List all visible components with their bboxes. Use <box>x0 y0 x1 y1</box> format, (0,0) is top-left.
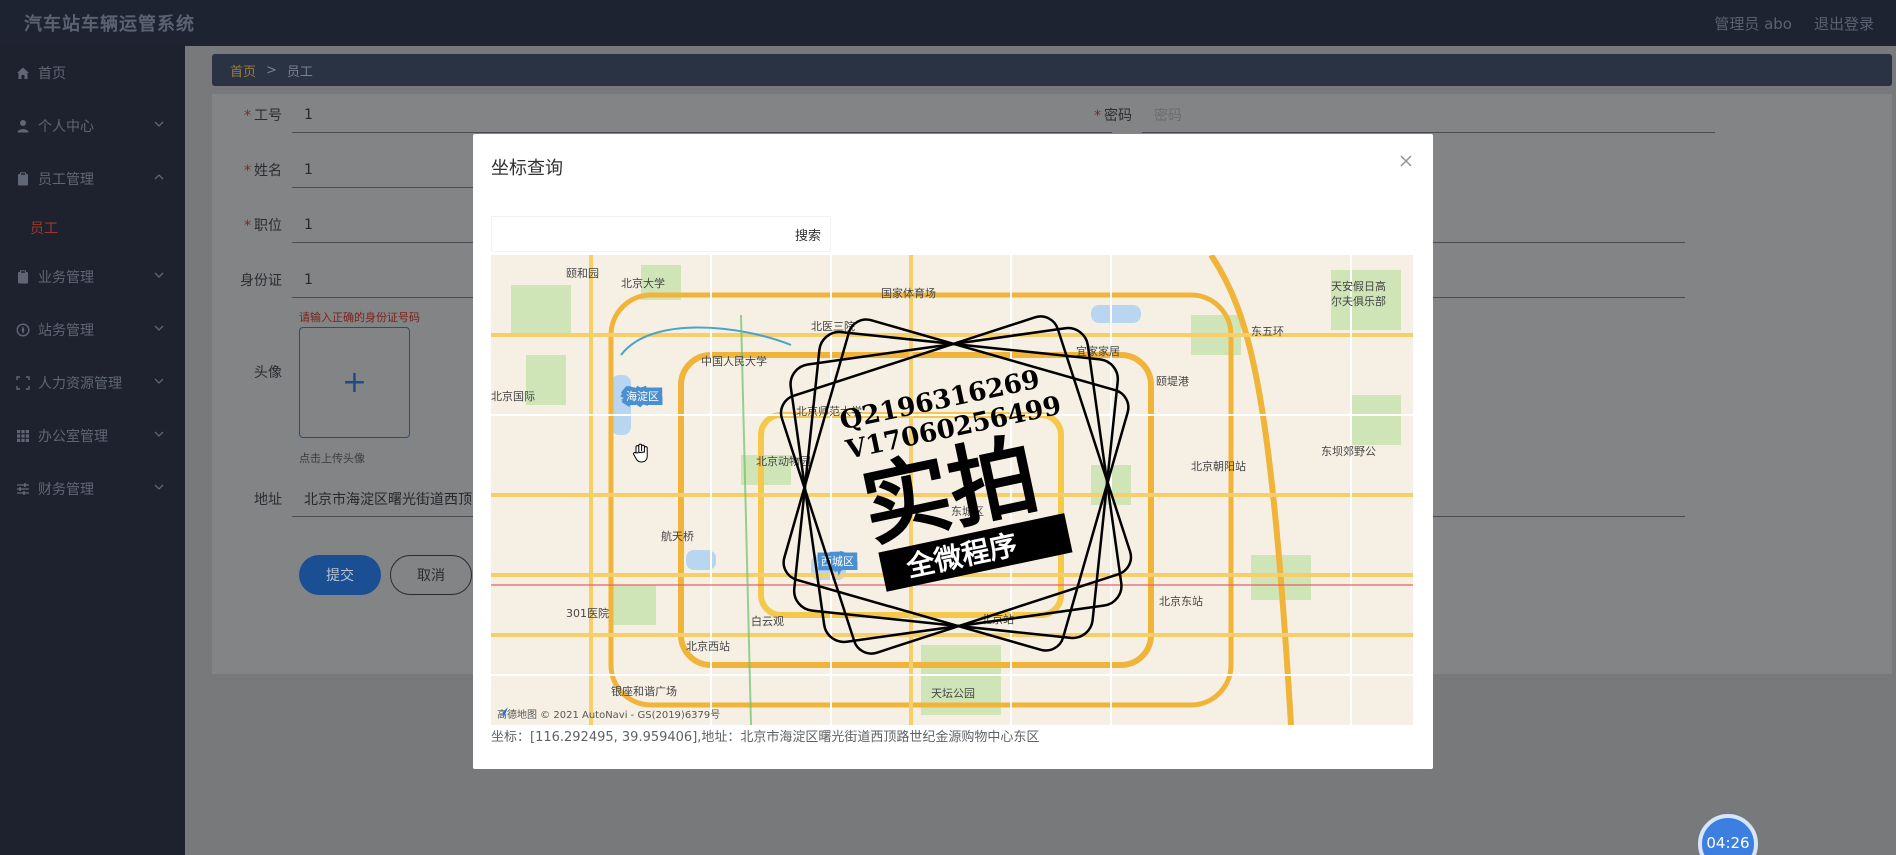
svg-text:北京国际: 北京国际 <box>491 389 535 403</box>
svg-text:北京朝阳站: 北京朝阳站 <box>1191 459 1246 473</box>
home-icon <box>16 66 30 80</box>
sidebar-item-station-management[interactable]: 站务管理 <box>0 303 185 356</box>
sidebar-item-profile[interactable]: 个人中心 <box>0 99 185 152</box>
svg-text:颐和园: 颐和园 <box>566 267 599 280</box>
sidebar: 首页 个人中心 员工管理 员工 业务管理 站务管理 人力资源管理 办公室管理 财… <box>0 46 185 855</box>
breadcrumb-home-link[interactable]: 首页 <box>230 61 256 80</box>
top-header: 汽车站车辆运管系统 管理员 abo 退出登录 <box>0 0 1896 46</box>
svg-text:中国人民大学: 中国人民大学 <box>701 354 767 368</box>
sidebar-item-label: 业务管理 <box>38 269 94 286</box>
sidebar-item-employee-management[interactable]: 员工管理 <box>0 152 185 205</box>
breadcrumb: 首页 > 员工 <box>212 54 1892 86</box>
password-input[interactable]: 密码 <box>1142 97 1715 133</box>
breadcrumb-current: 员工 <box>286 64 313 80</box>
grid-icon <box>16 429 30 443</box>
chevron-down-icon <box>154 431 164 437</box>
sidebar-item-label: 人力资源管理 <box>38 375 122 392</box>
svg-text:银座和谐广场: 银座和谐广场 <box>611 684 677 698</box>
map-copyright-text: 高德地图 © 2021 AutoNavi - GS(2019)6379号 <box>497 710 721 721</box>
sidebar-item-label: 站务管理 <box>38 322 94 339</box>
password-row: * 密码 密码 <box>1062 97 1715 133</box>
svg-text:白云观: 白云观 <box>751 614 784 628</box>
dialog-title: 坐标查询 <box>491 158 563 179</box>
chevron-up-icon <box>154 174 164 180</box>
compass-icon <box>16 322 30 337</box>
chevron-down-icon <box>154 121 164 127</box>
position-label: * 职位 <box>244 218 282 234</box>
app-title: 汽车站车辆运管系统 <box>24 14 195 35</box>
name-label: * 姓名 <box>244 163 282 179</box>
svg-text:北京大学: 北京大学 <box>621 276 665 290</box>
sliders-icon <box>16 482 30 496</box>
sidebar-item-office-management[interactable]: 办公室管理 <box>0 409 185 462</box>
submit-button[interactable]: 提交 <box>299 555 381 595</box>
svg-text:天坛公园: 天坛公园 <box>931 687 975 700</box>
chevron-down-icon <box>154 272 164 278</box>
sidebar-item-label: 办公室管理 <box>38 428 108 445</box>
svg-text:东五环: 东五环 <box>1251 325 1284 338</box>
employee-id-row: * 工号 1 <box>212 97 1112 133</box>
breadcrumb-separator: > <box>266 62 277 78</box>
chevron-down-icon <box>154 378 164 384</box>
avatar-upload-button[interactable]: + <box>299 327 410 438</box>
plus-icon: + <box>341 365 368 400</box>
svg-text:尔夫俱乐部: 尔夫俱乐部 <box>1331 294 1386 308</box>
svg-text:301医院: 301医院 <box>566 606 609 620</box>
sidebar-item-home[interactable]: 首页 <box>0 46 185 99</box>
logout-link[interactable]: 退出登录 <box>1814 13 1874 34</box>
avatar-row: 头像 <box>212 362 292 382</box>
sidebar-item-label: 员工管理 <box>38 171 94 188</box>
svg-text:北京西站: 北京西站 <box>686 639 730 653</box>
current-user[interactable]: 管理员 abo <box>1714 13 1792 34</box>
svg-text:天安假日高: 天安假日高 <box>1331 279 1386 293</box>
employee-id-input[interactable]: 1 <box>292 97 1112 133</box>
id-card-error: 请输入正确的身份证号码 <box>299 311 420 324</box>
svg-text:东坝郊野公: 东坝郊野公 <box>1321 444 1376 458</box>
frame-icon <box>16 375 30 390</box>
id-card-label: 身份证 <box>240 273 282 289</box>
map-view[interactable]: 颐和园 北京大学 国家体育场 北医三院 中国人民大学 海淀区 北京师范大学 北京… <box>491 255 1413 725</box>
svg-text:国家体育场: 国家体育场 <box>881 286 936 300</box>
svg-text:宜家家居: 宜家家居 <box>1076 344 1120 358</box>
svg-text:海淀区: 海淀区 <box>626 389 659 403</box>
chevron-down-icon <box>154 484 164 490</box>
svg-text:颐堤港: 颐堤港 <box>1156 375 1189 388</box>
sidebar-item-label: 首页 <box>38 65 66 82</box>
header-actions: 管理员 abo 退出登录 <box>1714 0 1874 46</box>
amap-logo-icon <box>498 707 508 717</box>
sidebar-item-hr-management[interactable]: 人力资源管理 <box>0 356 185 409</box>
svg-text:北京东站: 北京东站 <box>1159 594 1203 608</box>
close-icon[interactable] <box>1397 152 1415 170</box>
clipboard-icon <box>16 171 30 186</box>
sidebar-item-label: 个人中心 <box>38 118 94 135</box>
svg-text:航天桥: 航天桥 <box>661 529 694 543</box>
map-graphic: 颐和园 北京大学 国家体育场 北医三院 中国人民大学 海淀区 北京师范大学 北京… <box>491 255 1413 725</box>
cancel-button[interactable]: 取消 <box>390 555 472 595</box>
coordinate-result: 坐标：[116.292495, 39.959406],地址：北京市海淀区曙光街道… <box>491 730 1040 745</box>
sidebar-item-finance-management[interactable]: 财务管理 <box>0 462 185 515</box>
map-search-button[interactable]: 搜索 <box>773 216 843 252</box>
map-copyright: 高德地图 © 2021 AutoNavi - GS(2019)6379号 <box>497 706 720 721</box>
chevron-down-icon <box>154 325 164 331</box>
sidebar-item-business-management[interactable]: 业务管理 <box>0 250 185 303</box>
sidebar-item-label: 财务管理 <box>38 481 94 498</box>
sidebar-subitem-employee[interactable]: 员工 <box>0 205 185 250</box>
password-label: * 密码 <box>1094 108 1132 124</box>
avatar-label: 头像 <box>254 365 282 381</box>
avatar-upload-tip: 点击上传头像 <box>299 452 365 465</box>
address-label: 地址 <box>254 492 282 508</box>
employee-id-label: * 工号 <box>244 108 282 124</box>
user-icon <box>16 119 30 133</box>
clipboard-icon <box>16 269 30 284</box>
coordinate-dialog: 坐标查询 搜索 颐和园 北京大学 国家体育场 北医三院 中国人民大学 海淀区 北… <box>473 134 1433 769</box>
